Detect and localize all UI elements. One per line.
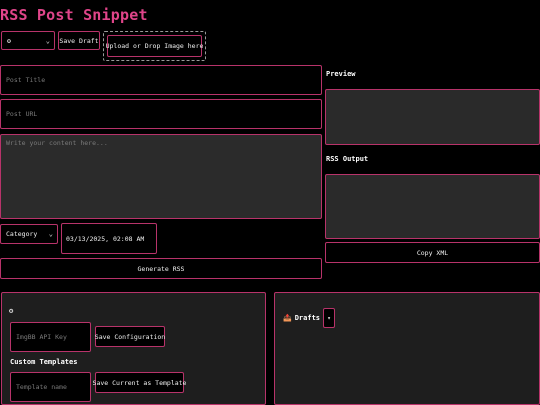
gear-icon: ⚙ [9,307,14,315]
drafts-toggle-button[interactable]: ▾ [323,308,335,328]
post-title-placeholder: Post Title [6,76,46,84]
datetime-input[interactable]: 03/13/2025, 02:08 AM [61,223,157,254]
save-draft-button[interactable]: Save Draft [58,31,100,50]
datetime-value: 03/13/2025, 02:08 AM [66,234,145,243]
chevron-down-icon: ▾ [327,314,331,322]
preview-pane [325,89,540,145]
page-title: RSS Post Snippet [0,6,148,24]
api-key-input[interactable]: ImgBB API Key [10,322,91,352]
upload-image-button[interactable]: Upload or Drop Image here [106,35,203,57]
preview-label: Preview [326,70,356,78]
save-configuration-button[interactable]: Save Configuration [95,326,165,347]
content-placeholder: Write your content here... [6,139,108,147]
rss-output-label: RSS Output [326,155,369,163]
drafts-panel: 📤 Drafts ▾ [274,292,540,405]
category-select[interactable]: Category ⌄ [0,224,58,244]
copy-xml-button[interactable]: Copy XML [325,242,540,263]
config-panel: ⚙ ImgBB API Key Save Configuration Custo… [1,292,266,405]
mode-select[interactable]: ⚙ ⌄ [1,31,55,50]
drafts-header: 📤 Drafts [283,314,320,322]
chevron-down-icon: ⌄ [48,230,53,238]
post-title-input[interactable]: Post Title [0,65,322,95]
selected-value: ⚙ [7,36,11,45]
api-key-placeholder: ImgBB API Key [16,333,67,341]
template-name-input[interactable]: Template name [10,372,91,402]
outbox-icon: 📤 [283,314,292,322]
rss-output-textarea[interactable] [325,174,540,239]
category-value: Category [6,230,38,238]
generate-rss-button[interactable]: Generate RSS [0,258,322,279]
image-drop-zone[interactable]: Upload or Drop Image here [103,31,206,61]
content-textarea[interactable]: Write your content here... [0,134,322,219]
post-url-placeholder: Post URL [6,110,38,118]
save-template-button[interactable]: Save Current as Template [93,372,186,393]
drafts-label: Drafts [294,314,321,322]
custom-templates-label: Custom Templates [10,358,78,366]
post-url-input[interactable]: Post URL [0,99,322,129]
chevron-down-icon: ⌄ [45,36,50,45]
template-name-placeholder: Template name [16,383,67,391]
